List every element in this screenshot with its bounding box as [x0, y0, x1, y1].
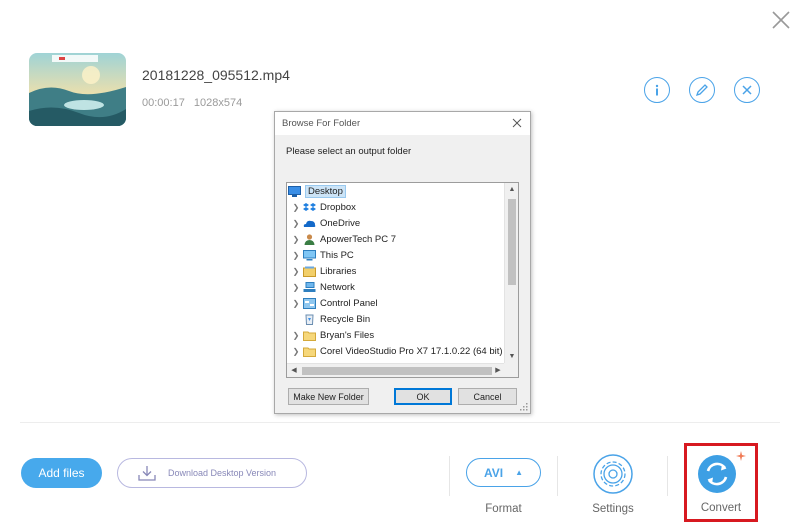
- tree-item-label: This PC: [320, 249, 354, 261]
- horizontal-scroll-thumb[interactable]: [302, 367, 492, 375]
- scroll-down-arrow-icon[interactable]: ▼: [505, 350, 518, 364]
- add-files-button[interactable]: Add files: [21, 458, 102, 488]
- chevron-right-icon[interactable]: ❯: [289, 203, 303, 212]
- convert-label: Convert: [700, 502, 742, 514]
- tree-item-label: Recycle Bin: [320, 313, 371, 325]
- download-desktop-button[interactable]: Download Desktop Version: [117, 458, 307, 488]
- converter-app: 20181228_095512.mp4 00:00:17 1028x574 Br…: [0, 0, 800, 527]
- tree-item-label: Bryan's Files: [320, 329, 375, 341]
- chevron-right-icon[interactable]: ❯: [289, 347, 303, 356]
- scroll-right-arrow-icon[interactable]: ▶: [491, 364, 505, 377]
- browse-folder-dialog: Browse For Folder Please select an outpu…: [274, 111, 531, 414]
- vertical-scrollbar[interactable]: ▲ ▼: [504, 183, 518, 364]
- folder-tree-list: Desktop ❯ Dropbox ❯ OneDrive ❯ ApowerTec…: [287, 183, 511, 359]
- chevron-right-icon[interactable]: ❯: [289, 251, 303, 260]
- chevron-right-icon[interactable]: ❯: [289, 267, 303, 276]
- scroll-corner: [504, 363, 518, 377]
- video-thumbnail: [29, 53, 126, 126]
- ok-button[interactable]: OK: [394, 388, 452, 405]
- download-icon: [138, 466, 156, 481]
- file-resolution: 1028x574: [193, 97, 243, 109]
- caret-up-icon: ▲: [515, 468, 524, 477]
- scroll-left-arrow-icon[interactable]: ◀: [287, 364, 301, 377]
- chevron-right-icon[interactable]: ❯: [289, 331, 303, 340]
- cancel-button[interactable]: Cancel: [458, 388, 517, 405]
- tree-item-label: Dropbox: [320, 201, 356, 213]
- separator: [667, 456, 668, 496]
- desktop-icon: [288, 185, 301, 197]
- dialog-prompt: Please select an output folder: [286, 146, 412, 157]
- divider: [20, 422, 780, 423]
- info-button[interactable]: [644, 77, 670, 103]
- tree-item-label: Desktop: [305, 184, 346, 198]
- remove-button[interactable]: [734, 77, 760, 103]
- tree-item-this-pc[interactable]: ❯ This PC: [287, 247, 505, 263]
- tree-item-network[interactable]: ❯ Network: [287, 279, 505, 295]
- onedrive-icon: [303, 220, 316, 227]
- chevron-right-icon[interactable]: ❯: [289, 219, 303, 228]
- tree-item-label: Corel VideoStudio Pro X7 17.1.0.22 (64 b…: [320, 345, 511, 357]
- network-icon: [303, 281, 316, 292]
- dialog-titlebar: Browse For Folder: [275, 112, 530, 135]
- separator: [449, 456, 450, 496]
- edit-pencil-icon: [695, 84, 708, 97]
- file-duration: 00:00:17: [142, 97, 185, 109]
- folder-icon: [303, 331, 316, 341]
- format-value: AVI: [483, 465, 504, 480]
- close-icon[interactable]: [770, 9, 792, 31]
- tree-item-control-panel[interactable]: ❯ Control Panel: [287, 295, 505, 311]
- folder-icon: [303, 347, 316, 357]
- tree-item-onedrive[interactable]: ❯ OneDrive: [287, 215, 505, 231]
- tree-item-label: ApowerTech PC 7: [320, 233, 397, 245]
- tree-item-label: Network: [320, 281, 355, 293]
- settings-label: Settings: [592, 503, 634, 515]
- edit-button[interactable]: [689, 77, 715, 103]
- dialog-title: Browse For Folder: [282, 118, 361, 129]
- tree-item-bryans-files[interactable]: ❯ Bryan's Files: [287, 327, 505, 343]
- convert-refresh-icon[interactable]: [697, 454, 737, 494]
- info-icon: [655, 84, 659, 96]
- tree-item-user[interactable]: ❯ ApowerTech PC 7: [287, 231, 505, 247]
- recycle-bin-icon: [305, 314, 314, 325]
- vertical-scroll-thumb[interactable]: [508, 199, 516, 285]
- tree-item-label: OneDrive: [320, 217, 361, 229]
- chevron-right-icon[interactable]: ❯: [289, 235, 303, 244]
- make-new-folder-button[interactable]: Make New Folder: [288, 388, 369, 405]
- file-meta: 00:00:17 1028x574: [142, 97, 248, 109]
- tree-item-label: Control Panel: [320, 297, 378, 309]
- download-label: Download Desktop Version: [168, 468, 277, 478]
- control-panel-icon: [303, 297, 316, 309]
- chevron-right-icon[interactable]: ❯: [289, 283, 303, 292]
- separator: [557, 456, 558, 496]
- user-icon: [304, 233, 315, 245]
- format-select[interactable]: AVI ▲: [466, 458, 541, 487]
- scroll-up-arrow-icon[interactable]: ▲: [505, 183, 518, 197]
- tree-item-desktop[interactable]: Desktop: [287, 183, 505, 199]
- sparkle-icon: [736, 451, 746, 461]
- dropbox-icon: [303, 202, 316, 211]
- format-label: Format: [485, 503, 522, 515]
- remove-icon: [742, 85, 752, 95]
- folder-tree[interactable]: Desktop ❯ Dropbox ❯ OneDrive ❯ ApowerTec…: [286, 182, 519, 378]
- file-name: 20181228_095512.mp4: [142, 67, 290, 83]
- tree-item-dropbox[interactable]: ❯ Dropbox: [287, 199, 505, 215]
- tree-item-recycle-bin[interactable]: Recycle Bin: [287, 311, 505, 327]
- tree-item-corel[interactable]: ❯ Corel VideoStudio Pro X7 17.1.0.22 (64…: [287, 343, 511, 359]
- libraries-icon: [303, 266, 316, 277]
- chevron-right-icon[interactable]: ❯: [289, 299, 303, 308]
- tree-item-libraries[interactable]: ❯ Libraries: [287, 263, 505, 279]
- computer-icon: [303, 249, 316, 260]
- dialog-close-icon[interactable]: [511, 117, 523, 129]
- tree-item-label: Libraries: [320, 265, 357, 277]
- settings-gear-icon[interactable]: [591, 452, 635, 496]
- resize-grip-icon[interactable]: [520, 403, 528, 411]
- horizontal-scrollbar[interactable]: ◀ ▶: [287, 363, 505, 377]
